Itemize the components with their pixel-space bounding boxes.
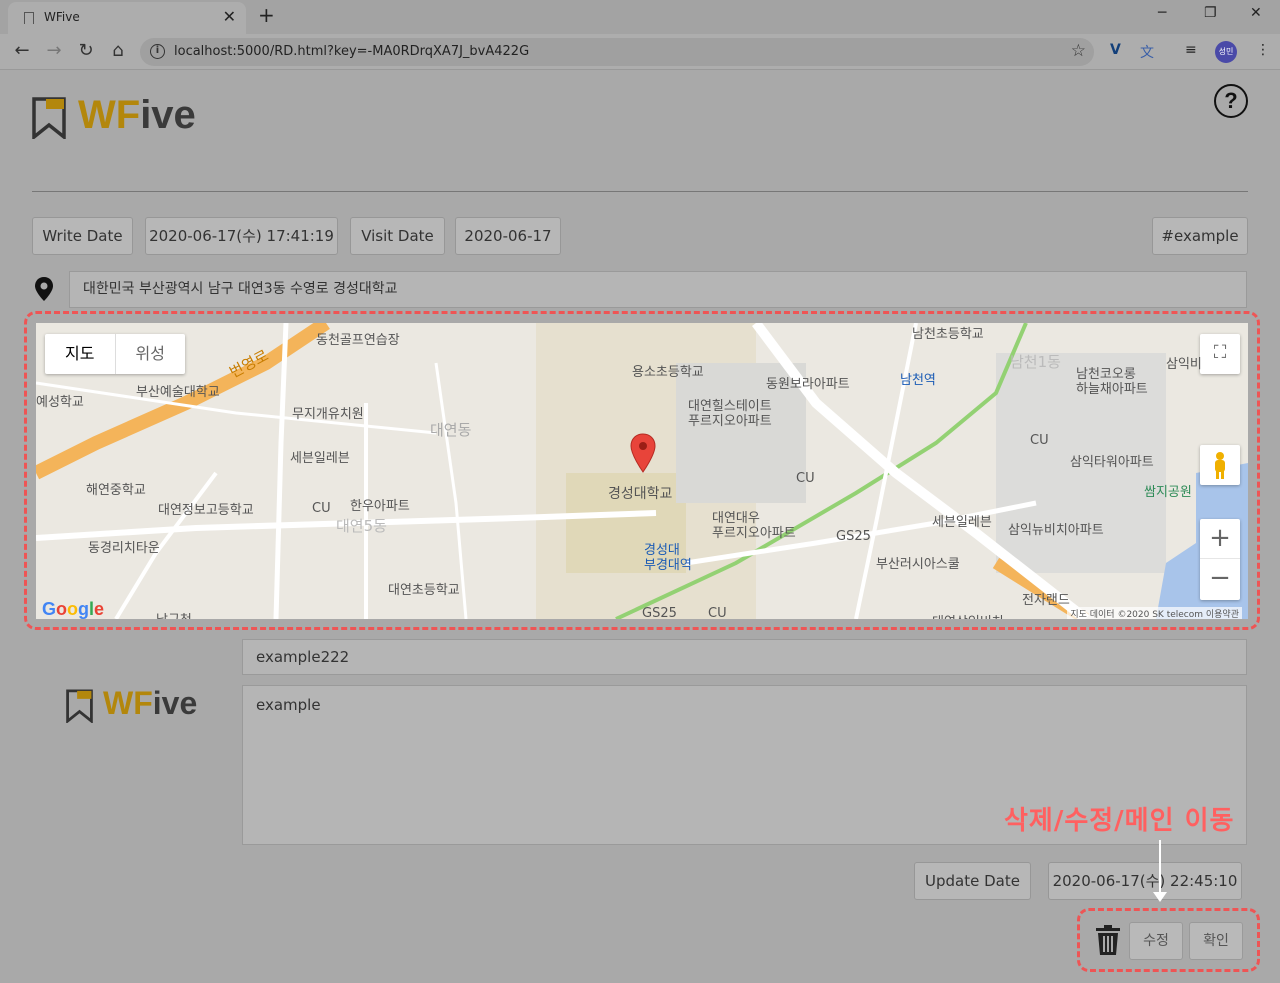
- map-label: 세븐일레븐: [290, 451, 350, 466]
- confirm-button[interactable]: 확인: [1189, 922, 1243, 960]
- browser-toolbar: ← → ↻ ⌂ i localhost:5000/RD.html?key=-MA…: [0, 34, 1280, 70]
- tab-title: WFive: [44, 10, 80, 24]
- map-label: 삼익타워아파트: [1070, 455, 1154, 470]
- map-label: 대연5동: [336, 517, 387, 535]
- browser-tab[interactable]: WFive ✕: [8, 2, 246, 34]
- zoom-control: + −: [1200, 519, 1240, 600]
- extension-v-icon[interactable]: V: [1110, 42, 1121, 58]
- map-label: 부산러시아스쿨: [876, 557, 960, 572]
- map-label: GS25: [642, 606, 677, 619]
- home-icon[interactable]: ⌂: [106, 40, 130, 61]
- location-pin-icon: [35, 277, 53, 301]
- map-label: 남구청: [156, 609, 192, 619]
- update-date-label: Update Date: [914, 862, 1031, 900]
- browser-tabbar: WFive ✕ + ─ ❐ ✕: [0, 0, 1280, 34]
- map-label: GS25: [836, 529, 871, 544]
- map-label: CU: [708, 606, 727, 619]
- bookmark-favicon-icon: [24, 12, 34, 24]
- map-label: 대연정보고등학교: [158, 503, 254, 518]
- profile-avatar[interactable]: 성민: [1215, 41, 1237, 63]
- visit-date-value: 2020-06-17: [455, 217, 561, 255]
- map-label: 예성학교: [36, 395, 84, 410]
- map-label: 동천골프연습장: [316, 333, 400, 348]
- close-tab-icon[interactable]: ✕: [223, 7, 236, 26]
- map-label: 남천코오롱 하늘채아파트: [1076, 367, 1148, 397]
- window-close-icon[interactable]: ✕: [1250, 5, 1262, 21]
- zoom-out-button[interactable]: −: [1200, 559, 1240, 599]
- map-label: 대연동: [430, 421, 472, 439]
- forward-icon[interactable]: →: [42, 40, 66, 61]
- translate-icon[interactable]: 文: [1140, 42, 1154, 62]
- minimize-icon[interactable]: ─: [1158, 5, 1166, 21]
- logo-text: WFive: [103, 685, 198, 721]
- map-type-satellite[interactable]: 위성: [116, 334, 186, 374]
- update-date-value: 2020-06-17(수) 22:45:10: [1048, 862, 1242, 900]
- map-label: 해연중학교: [86, 483, 146, 498]
- map-label: 경성대학교: [608, 486, 673, 502]
- map-type-map[interactable]: 지도: [45, 334, 116, 374]
- map-label: 세븐일레븐: [932, 515, 992, 530]
- bookmark-logo-icon: [32, 97, 66, 139]
- url-text[interactable]: localhost:5000/RD.html?key=-MA0RDrqXA7J_…: [174, 44, 529, 59]
- address-field: 대한민국 부산광역시 남구 대연3동 수영로 경성대학교: [69, 271, 1247, 308]
- map-label: CU: [1030, 433, 1049, 448]
- hashtag[interactable]: #example: [1152, 217, 1248, 255]
- media-queue-icon[interactable]: ≡: [1185, 42, 1197, 58]
- map-label: 동경리치타운: [88, 541, 160, 556]
- google-logo: Google: [42, 599, 105, 619]
- pegman-icon[interactable]: [1200, 445, 1240, 485]
- wfive-logo-small: WFive: [66, 685, 206, 727]
- zoom-in-button[interactable]: +: [1200, 519, 1240, 559]
- map-highlight-frame: 지도 위성 ⛶ + − 동천골프연습장 번영로 부산예술대학교 예성학교 무지개…: [24, 311, 1260, 630]
- action-buttons-frame: 수정 확인: [1077, 908, 1260, 972]
- help-button[interactable]: ?: [1214, 84, 1248, 118]
- map-label: 대연삼익비치: [932, 611, 1004, 619]
- map-label: 전자랜드: [1022, 593, 1070, 608]
- title-field: example222: [242, 639, 1247, 675]
- wfive-logo[interactable]: WFive: [32, 93, 202, 139]
- map-label: 남천초등학교: [912, 327, 984, 342]
- map-label: 쌈지공원: [1144, 485, 1192, 500]
- fullscreen-icon[interactable]: ⛶: [1200, 334, 1240, 374]
- annotation-arrowhead: [1153, 892, 1167, 902]
- site-info-icon[interactable]: i: [150, 44, 165, 59]
- menu-dots-icon[interactable]: ⋮: [1256, 42, 1270, 58]
- map-label: CU: [312, 501, 331, 516]
- edit-button[interactable]: 수정: [1129, 922, 1183, 960]
- new-tab-icon[interactable]: +: [258, 3, 275, 27]
- bookmark-star-icon[interactable]: ☆: [1071, 41, 1086, 61]
- map-label: 남천1동: [1010, 353, 1061, 371]
- logo-text: WFive: [78, 93, 196, 137]
- bookmark-logo-icon: [66, 689, 93, 723]
- map-label: 부산예술대학교: [136, 385, 220, 400]
- write-date-value: 2020-06-17(수) 17:41:19: [145, 217, 338, 255]
- map-label: 경성대 부경대역: [644, 543, 692, 573]
- map-attribution[interactable]: 지도 데이터 ©2020 SK telecom 이용약관: [1067, 607, 1242, 619]
- map-type-control[interactable]: 지도 위성: [45, 334, 185, 374]
- back-icon[interactable]: ←: [10, 40, 34, 61]
- annotation-arrow: [1159, 840, 1161, 895]
- trash-icon[interactable]: [1096, 925, 1120, 955]
- address-bar[interactable]: i localhost:5000/RD.html?key=-MA0RDrqXA7…: [140, 38, 1094, 66]
- map-label: 용소초등학교: [632, 365, 704, 380]
- write-date-label: Write Date: [32, 217, 133, 255]
- map-label: 무지개유치원: [292, 407, 364, 422]
- google-map[interactable]: 지도 위성 ⛶ + − 동천골프연습장 번영로 부산예술대학교 예성학교 무지개…: [36, 323, 1248, 619]
- map-label: 삼익뉴비치아파트: [1008, 523, 1104, 538]
- visit-date-label: Visit Date: [350, 217, 445, 255]
- map-marker-icon[interactable]: [630, 433, 656, 473]
- map-label: 동원보라아파트: [766, 377, 850, 392]
- restore-icon[interactable]: ❐: [1204, 5, 1217, 21]
- map-label: 삼익비: [1166, 357, 1202, 372]
- annotation-label: 삭제/수정/메인 이동: [1004, 806, 1235, 836]
- map-label: 대연초등학교: [388, 583, 460, 598]
- map-label: CU: [796, 471, 815, 486]
- map-label: 남천역: [900, 373, 936, 388]
- map-label: 대연힐스테이트 푸르지오아파트: [688, 399, 772, 429]
- map-label: 대연대우 푸르지오아파트: [712, 511, 796, 541]
- reload-icon[interactable]: ↻: [74, 40, 98, 61]
- divider: [32, 191, 1248, 192]
- map-label: 한우아파트: [350, 499, 410, 514]
